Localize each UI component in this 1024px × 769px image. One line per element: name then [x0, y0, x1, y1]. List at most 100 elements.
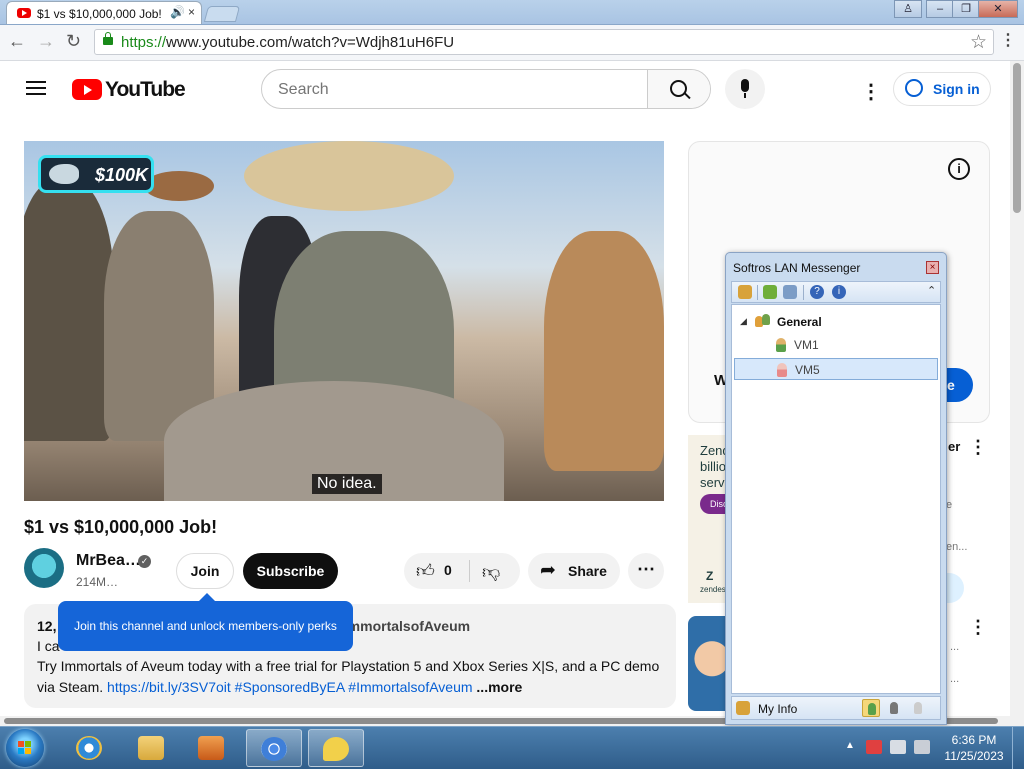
prize-amount: $100K [95, 165, 149, 185]
internet-explorer-icon [76, 736, 102, 760]
forward-arrow-icon[interactable]: → [37, 31, 55, 52]
subscribe-button[interactable]: Subscribe [243, 553, 338, 589]
user-online-icon [776, 338, 786, 352]
recommended-text-peek-1: ... [950, 641, 960, 653]
hashtag-immortals[interactable]: #ImmortalsofAveum [348, 679, 472, 695]
recommended-text-peek-2: ... [950, 673, 960, 685]
url-text[interactable]: https://www.youtube.com/watch?v=Wdjh81uH… [121, 34, 454, 51]
lan-messenger-window: Softros LAN Messenger × ? i ⌃ ◢ General … [725, 252, 947, 725]
hashtag-sponsored[interactable]: #SponsoredByEA [235, 679, 345, 695]
status-offline-button[interactable] [909, 699, 927, 717]
youtube-wordmark: YouTube [105, 78, 186, 101]
search-button[interactable] [647, 70, 710, 108]
my-info-icon[interactable] [736, 701, 750, 715]
user-item-vm5[interactable]: VM5 [734, 358, 938, 380]
video-player[interactable]: $100K No idea. [24, 141, 664, 501]
group-name[interactable]: General [777, 315, 822, 329]
start-button[interactable] [6, 729, 44, 767]
status-busy-button[interactable] [885, 699, 903, 717]
windows-logo-icon [18, 741, 32, 755]
settings-kebab-icon[interactable]: ⋮ [861, 79, 881, 104]
taskbar-file-explorer[interactable] [124, 729, 180, 767]
taskbar-lan-messenger[interactable] [308, 729, 364, 767]
bookmark-star-icon[interactable]: ☆ [970, 31, 987, 54]
description-hashtags[interactable]: #ImmortalsofAveum [336, 618, 470, 634]
browser-titlebar: $1 vs $10,000,000 Job! 🔊 × ♙ – ❐ ✕ [0, 0, 1024, 25]
clock-date[interactable]: 11/25/2023 [942, 749, 1006, 763]
collapse-toolbar-icon[interactable]: ⌃ [927, 284, 936, 297]
my-info-label[interactable]: My Info [758, 702, 797, 716]
share-button[interactable]: ➦ Share [528, 553, 620, 589]
restore-button[interactable]: ❐ [952, 0, 980, 18]
taskbar-chrome[interactable] [246, 729, 302, 767]
address-bar[interactable]: https://www.youtube.com/watch?v=Wdjh81uH… [94, 29, 994, 55]
show-more-link[interactable]: ...more [476, 679, 522, 695]
search-icon [670, 80, 687, 97]
vertical-scrollbar[interactable] [1010, 61, 1024, 726]
volume-muted-icon[interactable] [914, 740, 930, 754]
voice-search-button[interactable] [725, 69, 765, 109]
file-transfer-icon[interactable] [763, 285, 777, 299]
browser-menu-icon[interactable]: ⋮ [1000, 30, 1016, 50]
back-arrow-icon[interactable]: ← [8, 31, 26, 52]
youtube-favicon-icon [17, 8, 31, 18]
clock-time[interactable]: 6:36 PM [942, 733, 1006, 747]
messenger-status-bar: My Info [731, 696, 941, 720]
settings-gear-icon[interactable] [738, 285, 752, 299]
message-history-icon[interactable] [783, 285, 797, 299]
description-line-3: via Steam. https://bit.ly/3SV7oit #Spons… [37, 679, 522, 695]
user-item-vm1[interactable]: VM1 [734, 334, 938, 356]
status-online-button[interactable] [862, 699, 880, 717]
thumbs-down-icon[interactable]: 👎︎ [482, 561, 500, 583]
info-icon[interactable]: i [948, 158, 970, 180]
channel-name[interactable]: MrBea… [76, 552, 141, 570]
taskbar-internet-explorer[interactable] [62, 729, 118, 767]
more-actions-icon[interactable]: ⋯ [628, 553, 664, 589]
speaker-icon[interactable]: 🔊 [170, 5, 185, 19]
microphone-icon [741, 79, 749, 98]
profile-user-button[interactable]: ♙ [894, 0, 922, 18]
tab-close-icon[interactable]: × [188, 5, 195, 19]
search-input[interactable] [262, 70, 666, 108]
vertical-scroll-thumb[interactable] [1013, 63, 1021, 213]
zendesk-cta-button[interactable] [946, 573, 964, 603]
window-close-button[interactable]: ✕ [978, 0, 1018, 18]
action-center-flag-icon[interactable] [866, 740, 882, 754]
minimize-button[interactable]: – [926, 0, 954, 18]
account-icon [905, 79, 923, 97]
recommended-thumbnail[interactable] [688, 616, 728, 711]
toolbar-separator [803, 285, 804, 300]
help-icon[interactable]: ? [810, 285, 824, 299]
network-icon[interactable] [890, 740, 906, 754]
hamburger-menu-icon[interactable] [26, 81, 46, 95]
windows-taskbar: ▲ 6:36 PM 11/25/2023 [0, 726, 1024, 769]
group-expand-icon[interactable]: ◢ [740, 316, 747, 327]
description-link[interactable]: https://bit.ly/3SV7oit [107, 679, 231, 695]
new-tab-button[interactable] [203, 6, 241, 22]
zendesk-text-peek-3: en... [946, 541, 968, 553]
media-player-icon [198, 736, 224, 760]
user-away-icon [777, 363, 787, 377]
show-desktop-button[interactable] [1012, 727, 1024, 769]
join-button[interactable]: Join [176, 553, 234, 589]
channel-avatar[interactable] [24, 548, 64, 588]
thumbs-up-icon[interactable]: 👍︎ [416, 560, 435, 582]
zendesk-kebab-icon[interactable]: ⋮ [969, 437, 987, 458]
reload-icon[interactable]: ↻ [66, 31, 81, 52]
zendesk-line-2: billio [700, 459, 727, 474]
join-tooltip: Join this channel and unlock members-onl… [58, 593, 353, 651]
taskbar-media-player[interactable] [184, 729, 240, 767]
recommended-kebab-icon[interactable]: ⋮ [969, 617, 987, 638]
messenger-close-button[interactable]: × [926, 261, 939, 274]
zendesk-thumbnail[interactable]: Zend billio servi Disc Z zendes [688, 435, 728, 603]
zendesk-discover-button[interactable]: Disc [700, 494, 728, 514]
url-scheme: https:// [121, 34, 167, 51]
lock-icon [103, 32, 113, 45]
about-info-icon[interactable]: i [832, 285, 846, 299]
share-label: Share [568, 563, 607, 579]
browser-tab-active[interactable]: $1 vs $10,000,000 Job! 🔊 × [6, 1, 202, 24]
sign-in-button[interactable]: Sign in [893, 72, 991, 106]
toolbar-separator [757, 285, 758, 300]
description-line-3-prefix: via Steam. [37, 679, 104, 695]
show-hidden-icons-arrow[interactable]: ▲ [845, 740, 855, 751]
